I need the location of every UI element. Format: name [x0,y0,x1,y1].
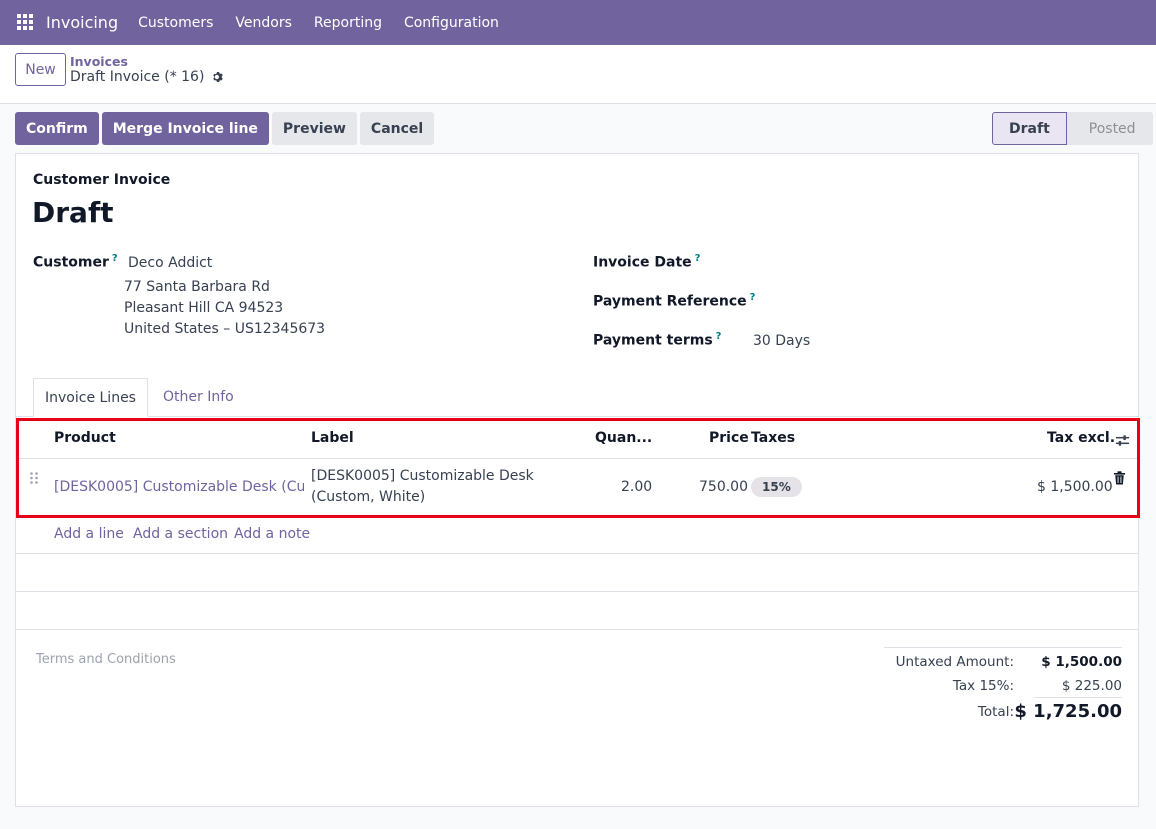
col-tax-excl[interactable]: Tax excl. [1047,430,1115,446]
payment-reference-label: Payment Reference? [593,292,756,310]
invoice-date-field[interactable] [753,253,1123,273]
col-taxes[interactable]: Taxes [751,430,795,446]
trash-icon[interactable] [1113,471,1126,485]
merge-invoice-line-button[interactable]: Merge Invoice line [101,112,269,145]
customer-field[interactable]: Deco Addict [128,255,212,271]
tabs-divider [16,416,1138,417]
preview-button[interactable]: Preview [271,112,357,145]
nav-customers[interactable]: Customers [138,15,213,31]
invoice-date-help-icon[interactable]: ? [695,253,701,264]
cancel-button[interactable]: Cancel [359,112,435,145]
invoice-lines-table: Product Label Quan... Price Taxes Tax ex… [16,418,1140,518]
line-quantity[interactable]: 2.00 [621,479,652,495]
terms-field[interactable]: Terms and Conditions [36,652,176,667]
nav-vendors[interactable]: Vendors [235,15,291,31]
tab-invoice-lines[interactable]: Invoice Lines [33,378,148,417]
col-product[interactable]: Product [54,430,116,446]
invoice-title: Draft [32,196,114,229]
tax-label: Tax 15%: [952,678,1014,694]
optional-columns-icon[interactable] [1115,433,1130,448]
payment-terms-field[interactable]: 30 Days [753,333,810,349]
total-value: $ 1,725.00 [1014,701,1122,722]
drag-handle-icon[interactable] [29,471,39,485]
action-bar: Confirm Merge Invoice line Preview Cance… [15,112,435,145]
tax-badge[interactable]: 15% [751,477,802,497]
control-panel: New Invoices Draft Invoice (* 16) [0,45,1156,104]
form-sheet: Customer Invoice Draft Customer? Deco Ad… [15,153,1140,807]
divider-3 [16,629,1138,630]
line-label-2[interactable]: (Custom, White) [311,489,425,505]
payment-reference-field[interactable] [753,292,1123,312]
line-subtotal: $ 1,500.00 [1037,479,1113,495]
add-line-link[interactable]: Add a line [54,526,124,542]
customer-help-icon[interactable]: ? [112,253,118,264]
untaxed-amount-value: $ 1,500.00 [1041,654,1122,670]
apps-menu-icon[interactable] [17,14,34,31]
record-title-text: Draft Invoice (* 16) [70,69,205,85]
breadcrumb-invoices[interactable]: Invoices [70,54,128,69]
total-border [1034,697,1122,698]
col-label[interactable]: Label [311,430,354,446]
record-title: Draft Invoice (* 16) [70,69,224,85]
totals-top-border [884,647,1122,648]
line-price[interactable]: 750.00 [699,479,748,495]
status-posted[interactable]: Posted [1066,112,1153,145]
new-button[interactable]: New [15,53,66,86]
tab-other-info[interactable]: Other Info [163,389,234,405]
gear-icon[interactable] [212,71,224,83]
confirm-button[interactable]: Confirm [15,112,99,145]
payment-terms-help-icon[interactable]: ? [716,331,722,342]
header-separator [19,458,1137,459]
customer-address-2: Pleasant Hill CA 94523 [124,300,284,316]
add-note-link[interactable]: Add a note [234,526,310,542]
add-section-link[interactable]: Add a section [133,526,228,542]
nav-configuration[interactable]: Configuration [404,15,499,31]
col-price[interactable]: Price [709,430,749,446]
tax-value: $ 225.00 [1061,678,1122,694]
payment-terms-label: Payment terms? [593,331,722,349]
invoice-date-label: Invoice Date? [593,253,701,271]
customer-address-1: 77 Santa Barbara Rd [124,279,270,295]
status-draft[interactable]: Draft [992,112,1067,145]
divider-1 [16,553,1138,554]
status-bar: Draft Posted [992,112,1153,145]
line-product[interactable]: [DESK0005] Customizable Desk (Custom, Wh… [54,479,304,495]
col-quantity[interactable]: Quan... [595,430,652,446]
nav-reporting[interactable]: Reporting [314,15,382,31]
customer-address-3: United States – US12345673 [124,321,326,337]
divider-2 [16,591,1138,592]
invoice-type: Customer Invoice [33,172,171,188]
customer-label: Customer? [33,253,118,271]
untaxed-amount-label: Untaxed Amount: [895,654,1014,670]
app-name[interactable]: Invoicing [46,13,118,32]
total-label: Total: [977,704,1014,720]
line-label-1[interactable]: [DESK0005] Customizable Desk [311,468,534,484]
top-navbar: Invoicing Customers Vendors Reporting Co… [0,0,1156,45]
